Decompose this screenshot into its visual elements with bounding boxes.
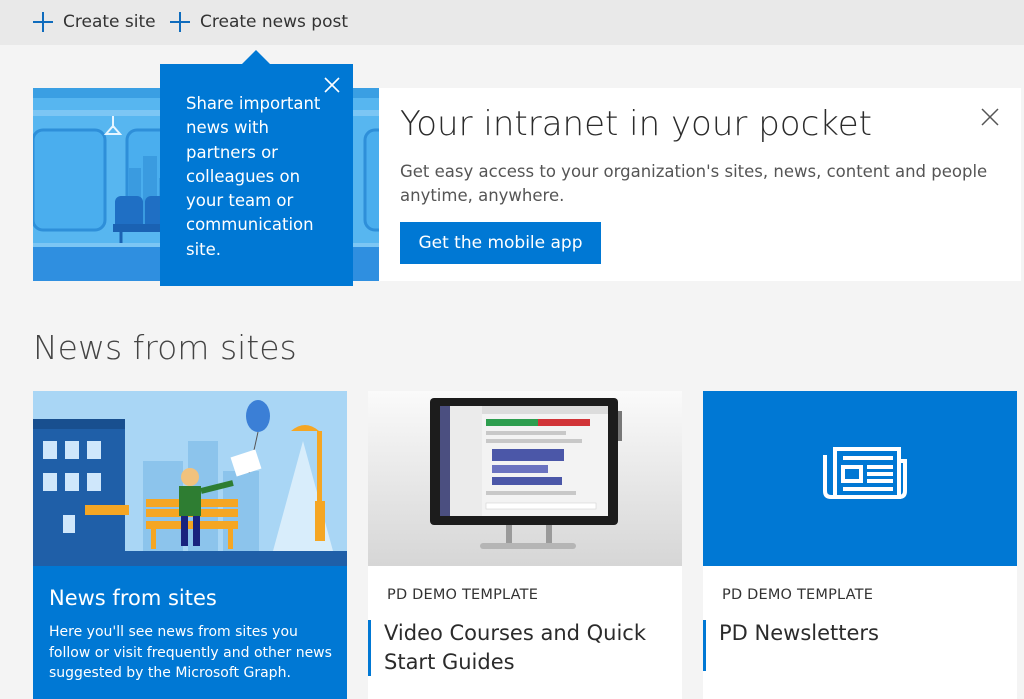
card-body: News from sites Here you'll see news fro… <box>33 566 347 699</box>
banner-description: Get easy access to your organization's s… <box>400 162 988 205</box>
card-illustration <box>33 391 347 566</box>
card-site-name: PD DEMO TEMPLATE <box>722 587 874 603</box>
card-accent-bar <box>368 620 371 676</box>
teaching-bubble-beak <box>242 50 270 64</box>
plus-icon <box>170 12 190 32</box>
card-description: Here you'll see news from sites you foll… <box>49 624 332 681</box>
plus-icon <box>33 12 53 32</box>
banner-title: Your intranet in your pocket <box>400 104 872 144</box>
close-icon[interactable] <box>979 106 1001 128</box>
card-accent-bar <box>703 620 706 671</box>
news-card[interactable]: News from sites Here you'll see news fro… <box>33 391 347 699</box>
create-site-button[interactable]: Create site <box>33 8 156 36</box>
news-card[interactable]: PD DEMO TEMPLATE Video Courses and Quick… <box>368 391 682 699</box>
newspaper-icon <box>703 391 1017 566</box>
card-site-name: PD DEMO TEMPLATE <box>387 587 539 603</box>
close-icon[interactable] <box>322 75 342 95</box>
teaching-bubble: Share important news with partners or co… <box>160 64 353 286</box>
card-title: News from sites <box>49 586 217 610</box>
card-thumbnail <box>368 391 682 566</box>
create-news-post-button[interactable]: Create news post <box>170 8 348 36</box>
mobile-app-banner: Your intranet in your pocket Get easy ac… <box>379 88 1021 281</box>
teaching-bubble-text: Share important news with partners or co… <box>186 94 321 259</box>
card-thumbnail <box>703 391 1017 566</box>
create-site-label: Create site <box>63 12 156 32</box>
card-headline[interactable]: PD Newsletters <box>719 619 999 648</box>
section-title: News from sites <box>33 328 297 367</box>
create-news-post-label: Create news post <box>200 12 349 32</box>
get-mobile-app-button[interactable]: Get the mobile app <box>400 222 601 264</box>
news-card[interactable]: PD DEMO TEMPLATE PD Newsletters <box>703 391 1017 699</box>
command-bar: Create site Create news post <box>0 0 1024 45</box>
card-headline[interactable]: Video Courses and Quick Start Guides <box>384 619 664 677</box>
